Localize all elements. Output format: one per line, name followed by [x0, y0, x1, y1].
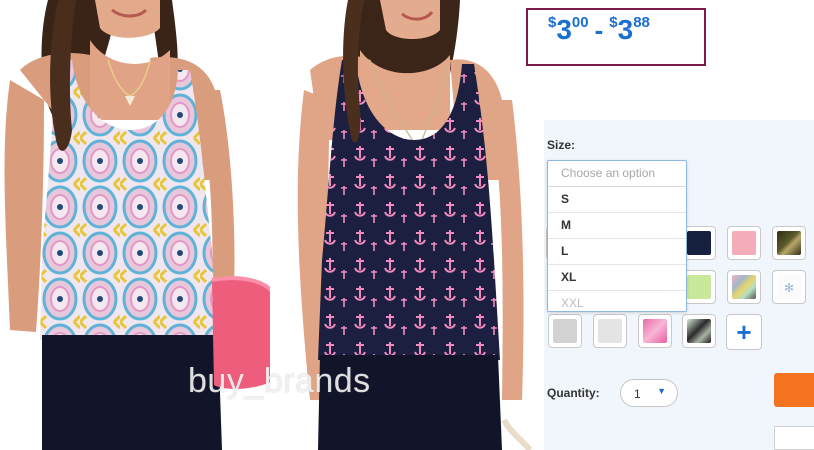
- swatch-dark-camo[interactable]: [682, 314, 716, 348]
- price-separator: -: [594, 15, 604, 45]
- price-low-dollars: 3: [556, 14, 572, 45]
- price-high-dollars: 3: [617, 14, 634, 45]
- swatch-fill: [687, 275, 711, 299]
- watermark-text: buy_brands: [188, 362, 371, 400]
- price-low-cents: 00: [571, 14, 589, 31]
- quantity-label: Quantity:: [547, 386, 600, 400]
- size-option-xl[interactable]: XL: [548, 265, 686, 291]
- swatch-camo[interactable]: [772, 226, 806, 260]
- swatch-pink[interactable]: [727, 226, 761, 260]
- add-to-cart-button[interactable]: [774, 373, 814, 407]
- size-dropdown[interactable]: Choose an option S M L XL XXL: [547, 160, 687, 312]
- size-option-m[interactable]: M: [548, 213, 686, 239]
- quantity-select[interactable]: 1 ▼: [620, 379, 678, 407]
- swatch-gray-light[interactable]: [548, 314, 582, 348]
- swatch-white-print[interactable]: ✻: [772, 270, 806, 304]
- swatch-fill: ✻: [777, 275, 801, 299]
- price-range: $300- $388: [548, 14, 650, 46]
- quantity-value: 1: [634, 387, 641, 401]
- swatch-multicolor-pattern[interactable]: [727, 270, 761, 304]
- size-option-xxl: XXL: [561, 296, 584, 310]
- swatch-pink-tie-dye[interactable]: [638, 314, 672, 348]
- price-highlight-box: $300- $388: [526, 8, 706, 66]
- chevron-down-icon: ▼: [657, 386, 666, 396]
- swatch-fill: [643, 319, 667, 343]
- size-label: Size:: [547, 138, 576, 152]
- swatch-fill: [598, 319, 622, 343]
- secondary-button[interactable]: [774, 426, 814, 450]
- swatch-fill: [777, 231, 801, 255]
- swatch-fill: [687, 319, 711, 343]
- more-colors-button[interactable]: +: [726, 314, 762, 350]
- swatch-fill: [553, 319, 577, 343]
- size-option-l[interactable]: L: [548, 239, 686, 265]
- swatch-gray-lighter[interactable]: [593, 314, 627, 348]
- swatch-fill: [732, 231, 756, 255]
- price-high-currency: $: [609, 14, 618, 31]
- price-high-cents: 88: [633, 14, 650, 31]
- size-option-s[interactable]: S: [548, 187, 686, 213]
- swatch-fill: [732, 275, 756, 299]
- size-dropdown-placeholder[interactable]: Choose an option: [548, 161, 686, 187]
- swatch-fill: [687, 231, 711, 255]
- swatch-navy[interactable]: [682, 226, 716, 260]
- swatch-lime[interactable]: [682, 270, 716, 304]
